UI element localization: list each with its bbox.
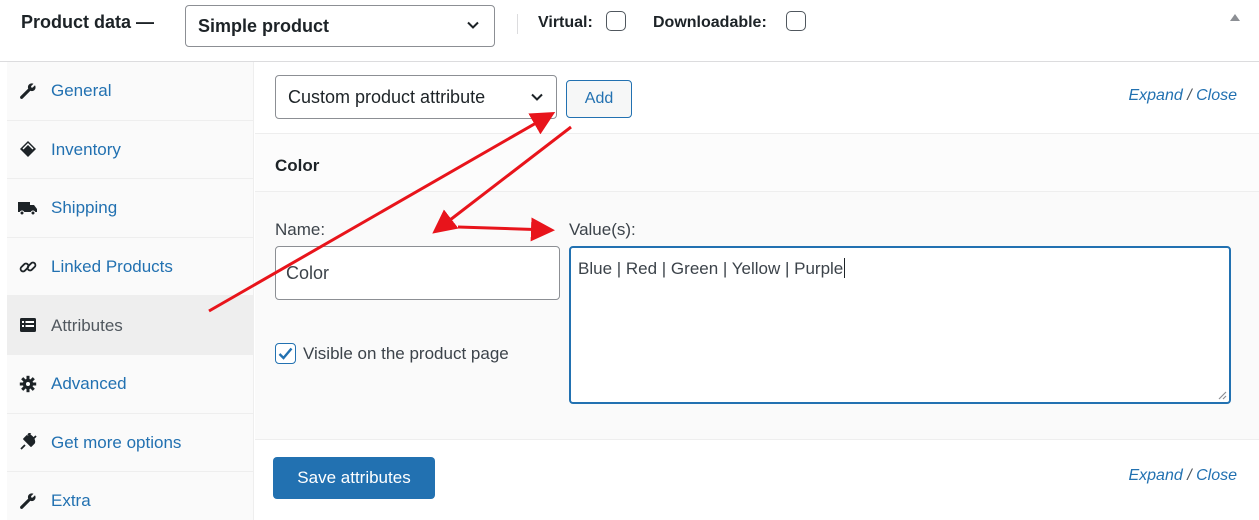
attribute-type-select[interactable]: Custom product attribute xyxy=(275,75,557,119)
tab-shipping[interactable]: Shipping xyxy=(7,179,253,238)
save-attributes-button[interactable]: Save attributes xyxy=(273,457,435,499)
tab-inventory[interactable]: Inventory xyxy=(7,121,253,180)
tab-extra[interactable]: Extra xyxy=(7,472,253,520)
close-all-link[interactable]: Close xyxy=(1196,87,1237,104)
header-divider xyxy=(517,14,518,34)
wrench-icon xyxy=(17,492,39,510)
virtual-label: Virtual: xyxy=(538,14,593,31)
list-icon xyxy=(17,316,39,334)
attribute-values-textarea[interactable]: Blue | Red | Green | Yellow | Purple xyxy=(569,246,1231,404)
checkmark-icon xyxy=(278,347,293,360)
tab-label: Inventory xyxy=(51,139,121,159)
attributes-toolbar: Custom product attribute Add Expand / Cl… xyxy=(255,62,1259,134)
values-label: Value(s): xyxy=(569,220,636,239)
product-data-header: Product data — Simple product Virtual: D… xyxy=(0,0,1259,62)
visible-on-product-page-label: Visible on the product page xyxy=(303,344,509,363)
expand-close-links: Expand / Close xyxy=(1128,87,1237,105)
add-attribute-button[interactable]: Add xyxy=(566,80,632,118)
attribute-header[interactable]: Color xyxy=(255,134,1259,192)
tab-label: Extra xyxy=(51,491,91,511)
attribute-name-input[interactable]: Color xyxy=(275,246,560,300)
tab-linked-products[interactable]: Linked Products xyxy=(7,238,253,297)
plugin-icon xyxy=(17,433,39,451)
close-all-link[interactable]: Close xyxy=(1196,467,1237,484)
gear-icon xyxy=(17,375,39,393)
link-icon xyxy=(17,258,39,276)
tab-general[interactable]: General xyxy=(7,62,253,121)
product-data-title: Product data — xyxy=(21,12,155,32)
tab-label: Advanced xyxy=(51,374,127,394)
attributes-panel: Custom product attribute Add Expand / Cl… xyxy=(255,62,1259,520)
expand-all-link[interactable]: Expand xyxy=(1128,87,1182,104)
downloadable-checkbox[interactable] xyxy=(786,11,806,31)
collapse-panel-icon[interactable] xyxy=(1230,14,1240,21)
downloadable-label: Downloadable: xyxy=(653,14,767,31)
visible-on-product-page-checkbox[interactable] xyxy=(275,343,296,364)
attribute-type-value: Custom product attribute xyxy=(288,87,486,107)
virtual-checkbox[interactable] xyxy=(606,11,626,31)
wrench-icon xyxy=(17,82,39,100)
tab-attributes[interactable]: Attributes xyxy=(7,296,253,355)
attributes-footer: Save attributes Expand / Close xyxy=(255,440,1259,520)
truck-icon xyxy=(17,199,39,217)
resize-handle-icon[interactable] xyxy=(1217,390,1227,400)
attribute-heading: Color xyxy=(275,156,320,175)
chevron-down-icon xyxy=(531,93,543,101)
expand-all-link[interactable]: Expand xyxy=(1128,467,1182,484)
product-type-select[interactable]: Simple product xyxy=(185,5,495,47)
tab-label: Attributes xyxy=(51,315,123,335)
attribute-values-text: Blue | Red | Green | Yellow | Purple xyxy=(578,259,844,278)
tab-label: Shipping xyxy=(51,198,118,218)
tab-label: Get more options xyxy=(51,432,182,452)
expand-close-links-footer: Expand / Close xyxy=(1128,467,1237,485)
tab-advanced[interactable]: Advanced xyxy=(7,355,253,414)
attribute-body: Name: Color Value(s): Blue | Red | Green… xyxy=(255,192,1259,440)
link-separator: / xyxy=(1182,467,1197,484)
product-data-tabs: General Inventory Shipping Linked Produc… xyxy=(7,62,254,520)
tab-label: Linked Products xyxy=(51,257,173,277)
tab-get-more-options[interactable]: Get more options xyxy=(7,414,253,473)
link-separator: / xyxy=(1182,87,1197,104)
tab-label: General xyxy=(51,81,112,101)
name-label: Name: xyxy=(275,220,326,239)
text-caret xyxy=(844,258,846,278)
chevron-down-icon xyxy=(467,21,479,29)
tag-icon xyxy=(17,140,39,158)
product-type-value: Simple product xyxy=(198,16,330,36)
